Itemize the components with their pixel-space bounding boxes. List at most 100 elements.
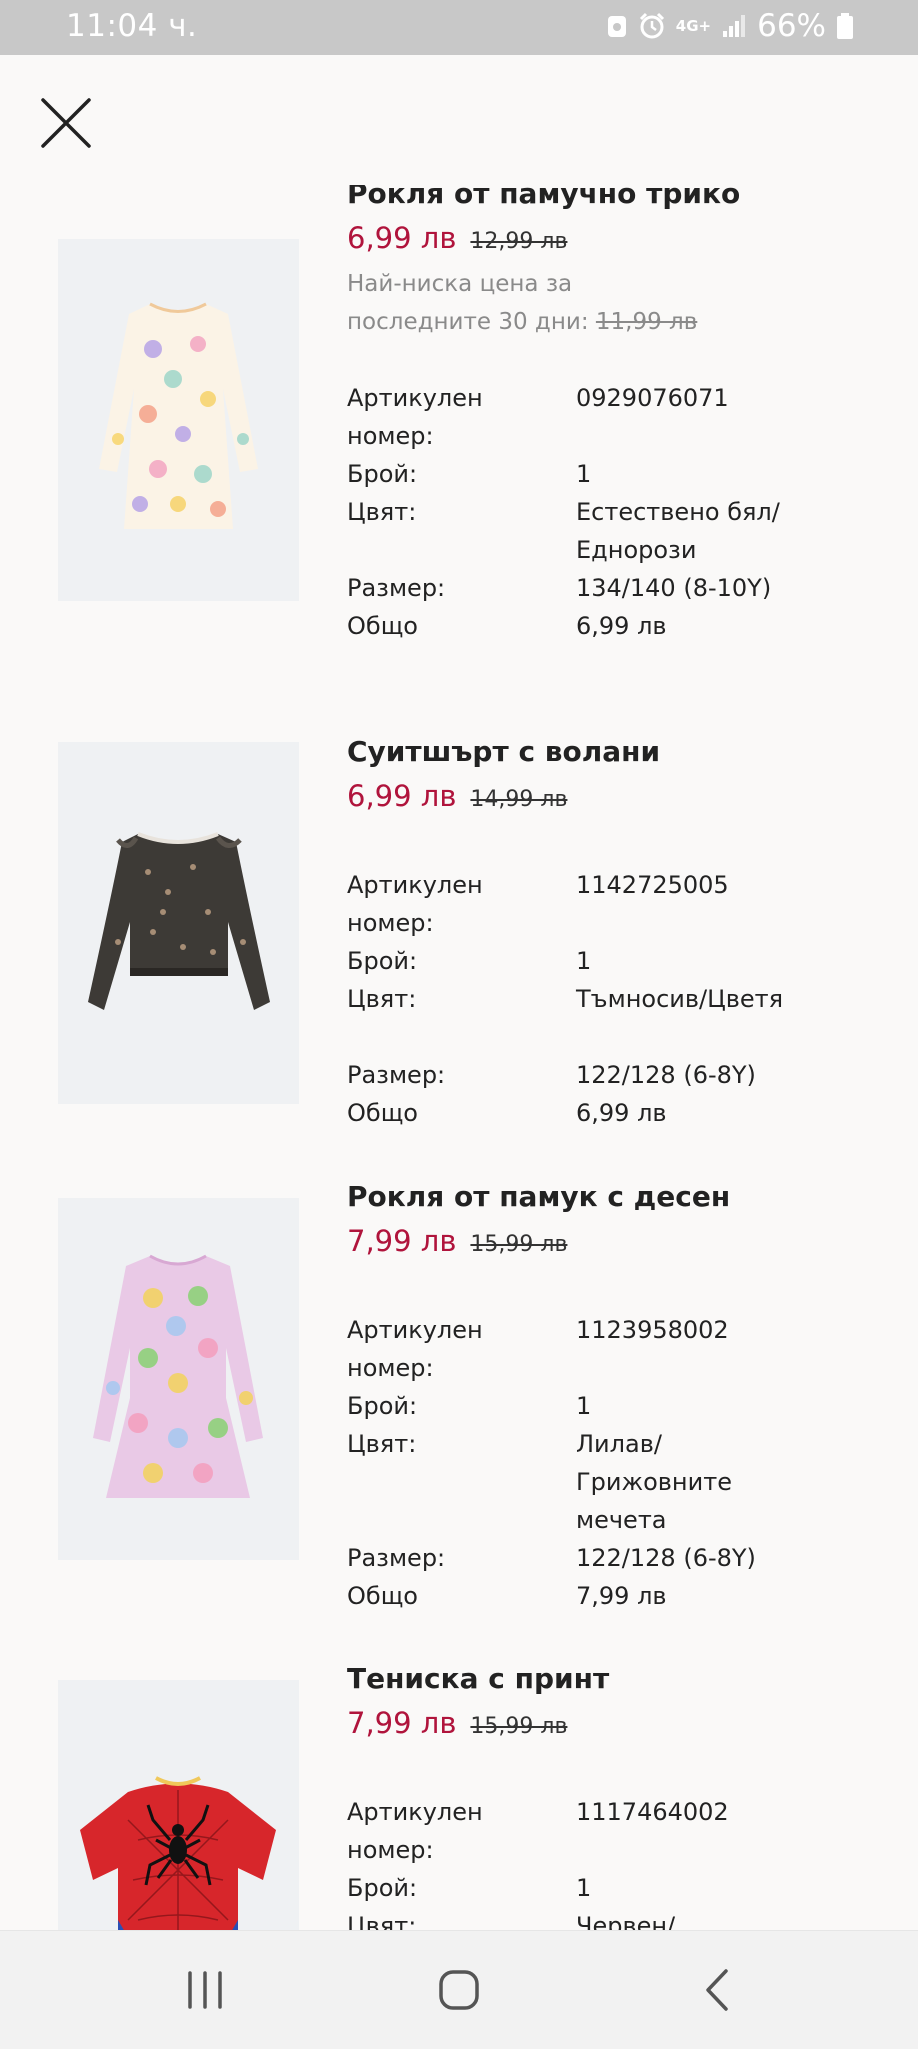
- detail-label: Цвят:: [347, 498, 417, 526]
- network-type: 4G+: [675, 16, 712, 35]
- detail-row: Общо 6,99 лв: [347, 607, 887, 645]
- detail-label: Общо: [347, 1582, 418, 1610]
- sale-price: 7,99 лв: [347, 1706, 457, 1740]
- detail-value: 6,99 лв: [576, 612, 667, 640]
- battery-icon: [836, 12, 854, 40]
- detail-label: Цвят:: [347, 985, 417, 1013]
- detail-value: 1: [576, 1874, 592, 1902]
- product-image[interactable]: [58, 239, 299, 601]
- original-price: 15,99 лв: [470, 1232, 568, 1257]
- detail-value: 122/128 (6-8Y): [576, 1061, 756, 1089]
- status-icons: 4G+ 66%: [606, 8, 854, 44]
- detail-label: Размер:: [347, 1544, 446, 1572]
- recent-apps-button[interactable]: [178, 1963, 232, 2017]
- detail-row: Артикулен номер: 1117464002: [347, 1793, 887, 1869]
- product-details: Артикулен номер: 1123958002 Брой: 1 Цвят…: [347, 1311, 887, 1615]
- status-time: 11:04 ч.: [66, 8, 198, 44]
- signal-icon: [721, 13, 747, 39]
- detail-value: Червен/: [576, 1912, 676, 1930]
- detail-row: Цвят: Червен/: [347, 1907, 887, 1930]
- detail-value: 1142725005: [576, 871, 729, 899]
- original-price: 15,99 лв: [470, 1714, 568, 1739]
- detail-value: 0929076071: [576, 384, 729, 412]
- order-items-list: Рокля от памучно трико 6,99 лв 12,99 лв …: [0, 185, 918, 1930]
- detail-row: Брой: 1: [347, 942, 887, 980]
- status-bar: 11:04 ч. 4G+ 66%: [0, 0, 918, 55]
- lowest-price-label: Най-ниска цена за последните 30 дни:: [347, 271, 589, 335]
- detail-row: Брой: 1: [347, 1387, 887, 1425]
- detail-label: Брой:: [347, 460, 418, 488]
- lowest-price-note: Най-ниска цена за последните 30 дни: 11,…: [347, 265, 707, 341]
- detail-label: Артикулен номер:: [347, 1316, 483, 1382]
- detail-row: Брой: 1: [347, 1869, 887, 1907]
- detail-label: Артикулен номер:: [347, 1798, 483, 1864]
- detail-value: Естествено бял/ Еднорози: [576, 498, 780, 564]
- product-info: Тениска с принт 7,99 лв 15,99 лв Артикул…: [347, 1659, 887, 1930]
- detail-value: 6,99 лв: [576, 1099, 667, 1127]
- detail-row: Артикулен номер: 1123958002: [347, 1311, 887, 1387]
- product-name[interactable]: Рокля от памучно трико: [347, 185, 887, 214]
- detail-value: 1: [576, 460, 592, 488]
- product-info: Рокля от памучно трико 6,99 лв 12,99 лв …: [347, 185, 887, 645]
- detail-row: Цвят: Тъмносив/Цветя: [347, 980, 887, 1056]
- detail-row: Общо 6,99 лв: [347, 1094, 887, 1132]
- product-item: Суитшърт с волани 6,99 лв 14,99 лв Артик…: [0, 732, 918, 1177]
- detail-row: Общо 7,99 лв: [347, 1577, 887, 1615]
- original-price: 14,99 лв: [470, 787, 568, 812]
- detail-label: Артикулен номер:: [347, 871, 483, 937]
- detail-label: Брой:: [347, 947, 418, 975]
- original-price: 12,99 лв: [470, 229, 568, 254]
- close-button[interactable]: [38, 95, 94, 151]
- product-item: Рокля от памук с десен 7,99 лв 15,99 лв …: [0, 1177, 918, 1659]
- detail-row: Цвят: Лилав/ Грижовните мечета: [347, 1425, 887, 1539]
- back-button[interactable]: [692, 1963, 746, 2017]
- product-image[interactable]: [58, 742, 299, 1104]
- detail-row: Размер: 122/128 (6-8Y): [347, 1056, 887, 1094]
- detail-label: Брой:: [347, 1392, 418, 1420]
- detail-label: Общо: [347, 1099, 418, 1127]
- product-details: Артикулен номер: 1142725005 Брой: 1 Цвят…: [347, 866, 887, 1132]
- back-icon: [706, 1969, 728, 2011]
- detail-label: Размер:: [347, 1061, 446, 1089]
- battery-percent: 66%: [757, 8, 826, 44]
- detail-value: 1117464002: [576, 1798, 729, 1826]
- product-name[interactable]: Суитшърт с волани: [347, 732, 887, 772]
- home-icon: [439, 1970, 479, 2010]
- detail-row: Брой: 1: [347, 455, 887, 493]
- product-details: Артикулен номер: 0929076071 Брой: 1 Цвят…: [347, 379, 887, 645]
- detail-label: Общо: [347, 612, 418, 640]
- product-item: Рокля от памучно трико 6,99 лв 12,99 лв …: [0, 185, 918, 732]
- detail-value: 7,99 лв: [576, 1582, 667, 1610]
- price-row: 6,99 лв 14,99 лв: [347, 779, 887, 819]
- price-row: 7,99 лв 15,99 лв: [347, 1706, 887, 1746]
- detail-value: 1: [576, 947, 592, 975]
- detail-row: Артикулен номер: 1142725005: [347, 866, 887, 942]
- detail-row: Артикулен номер: 0929076071: [347, 379, 887, 455]
- product-name[interactable]: Рокля от памук с десен: [347, 1177, 887, 1217]
- detail-row: Размер: 134/140 (8-10Y): [347, 569, 887, 607]
- close-icon: [41, 98, 91, 148]
- product-name[interactable]: Тениска с принт: [347, 1659, 887, 1699]
- product-image[interactable]: [58, 1680, 299, 1930]
- alarm-icon: [638, 12, 666, 40]
- price-row: 6,99 лв 12,99 лв: [347, 221, 887, 261]
- detail-value: 134/140 (8-10Y): [576, 574, 772, 602]
- sale-price: 6,99 лв: [347, 779, 457, 813]
- price-row: 7,99 лв 15,99 лв: [347, 1224, 887, 1264]
- product-details: Артикулен номер: 1117464002 Брой: 1 Цвят…: [347, 1793, 887, 1930]
- product-image[interactable]: [58, 1198, 299, 1560]
- lowest-price-value: 11,99 лв: [595, 309, 698, 335]
- detail-value: 122/128 (6-8Y): [576, 1544, 756, 1572]
- detail-value: Тъмносив/Цветя: [576, 985, 784, 1013]
- detail-value: Лилав/ Грижовните мечета: [576, 1430, 732, 1534]
- sale-price: 7,99 лв: [347, 1224, 457, 1258]
- detail-label: Цвят:: [347, 1430, 417, 1458]
- detail-label: Размер:: [347, 574, 446, 602]
- home-button[interactable]: [432, 1963, 486, 2017]
- detail-value: 1: [576, 1392, 592, 1420]
- system-nav-bar: [0, 1930, 918, 2049]
- detail-label: Артикулен номер:: [347, 384, 483, 450]
- product-item: Тениска с принт 7,99 лв 15,99 лв Артикул…: [0, 1659, 918, 1930]
- recent-apps-icon: [188, 1971, 222, 2009]
- detail-row: Цвят: Естествено бял/ Еднорози: [347, 493, 887, 569]
